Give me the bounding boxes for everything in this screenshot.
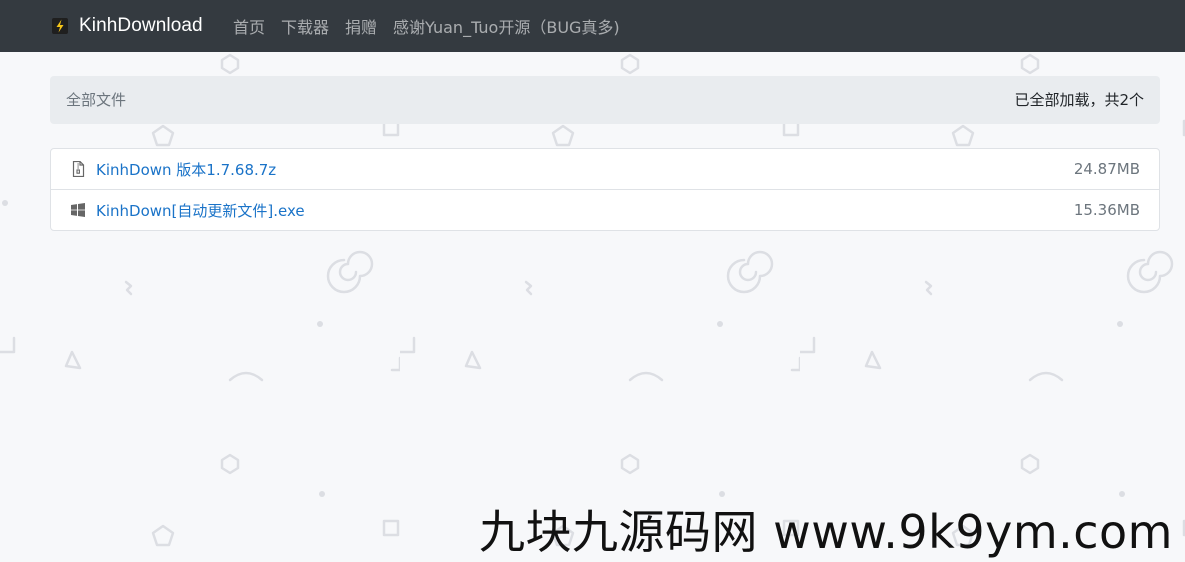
breadcrumb-current: 全部文件 — [66, 91, 127, 109]
file-size: 24.87MB — [1073, 160, 1140, 178]
watermark-text: 九块九源码网 www.9k9ym.com — [479, 505, 1173, 559]
archive-file-icon — [72, 161, 85, 177]
brand-name[interactable]: KinhDownload — [79, 15, 203, 37]
nav-link-donate[interactable]: 捐赠 — [345, 14, 377, 38]
file-size: 15.36MB — [1073, 201, 1140, 219]
file-name-link[interactable]: KinhDown 版本1.7.68.7z — [96, 159, 276, 180]
nav-link-downloader[interactable]: 下载器 — [281, 14, 329, 38]
navbar: KinhDownload 首页 下载器 捐赠 感谢Yuan_Tuo开源（BUG真… — [0, 0, 1185, 52]
windows-icon — [71, 203, 85, 217]
load-status: 已全部加载，共2个 — [1014, 91, 1144, 109]
file-row[interactable]: KinhDown[自动更新文件].exe 15.36MB — [51, 189, 1159, 230]
file-list: KinhDown 版本1.7.68.7z 24.87MB KinhDown[自动… — [50, 148, 1160, 231]
nav-link-home[interactable]: 首页 — [233, 14, 265, 38]
nav-links: 首页 下载器 捐赠 感谢Yuan_Tuo开源（BUG真多) — [233, 0, 636, 52]
brand[interactable]: KinhDownload — [52, 13, 203, 39]
file-name-link[interactable]: KinhDown[自动更新文件].exe — [96, 200, 305, 221]
nav-link-thanks[interactable]: 感谢Yuan_Tuo开源（BUG真多) — [393, 14, 620, 38]
file-row[interactable]: KinhDown 版本1.7.68.7z 24.87MB — [51, 149, 1159, 189]
lightning-logo-icon — [52, 18, 68, 34]
breadcrumb: 全部文件 已全部加载，共2个 — [50, 76, 1160, 124]
